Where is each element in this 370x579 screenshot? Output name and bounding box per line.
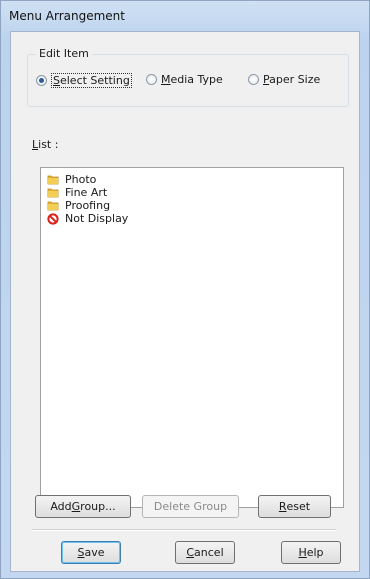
radio-media-type-label: Media Type bbox=[161, 73, 223, 86]
button-separator bbox=[32, 529, 336, 531]
radio-media-type[interactable]: Media Type bbox=[146, 73, 223, 86]
list-item-fine-art[interactable]: Fine Art bbox=[47, 186, 107, 199]
edit-item-group: Edit Item Select Setting Media Type Pape… bbox=[27, 47, 349, 107]
radio-paper-size-indicator bbox=[248, 74, 259, 85]
radio-media-type-indicator bbox=[146, 74, 157, 85]
list-item-label: Fine Art bbox=[65, 186, 108, 199]
radio-paper-size-label: Paper Size bbox=[263, 73, 321, 86]
folder-icon bbox=[47, 175, 59, 185]
list-item-label: Proofing bbox=[65, 199, 111, 212]
radio-select-setting-label: Select Setting bbox=[51, 73, 132, 88]
window-title: Menu Arrangement bbox=[9, 9, 125, 23]
title-bar[interactable]: Menu Arrangement bbox=[1, 1, 369, 31]
folder-icon bbox=[47, 201, 59, 211]
menu-arrangement-window: Menu Arrangement Edit Item Select Settin… bbox=[0, 0, 370, 579]
list-item-label: Not Display bbox=[65, 212, 129, 225]
no-entry-icon bbox=[47, 212, 59, 225]
menu-listbox[interactable]: Photo Fine Art Proofing Not Display bbox=[40, 167, 344, 508]
radio-select-setting-indicator bbox=[36, 75, 47, 86]
help-button[interactable]: Help bbox=[281, 541, 341, 564]
list-item-not-display[interactable]: Not Display bbox=[47, 212, 128, 225]
list-item-label: Photo bbox=[65, 173, 97, 186]
dialog-client-area: Edit Item Select Setting Media Type Pape… bbox=[10, 31, 360, 572]
cancel-button[interactable]: Cancel bbox=[175, 541, 235, 564]
list-item-proofing[interactable]: Proofing bbox=[47, 199, 110, 212]
folder-icon bbox=[47, 188, 59, 198]
radio-paper-size[interactable]: Paper Size bbox=[248, 73, 320, 86]
edit-item-label: Edit Item bbox=[36, 47, 92, 60]
list-label: List : bbox=[32, 138, 59, 151]
radio-select-setting[interactable]: Select Setting bbox=[36, 73, 132, 88]
add-group-button[interactable]: Add Group... bbox=[35, 495, 131, 518]
list-item-photo[interactable]: Photo bbox=[47, 173, 96, 186]
delete-group-button[interactable]: Delete Group bbox=[142, 495, 239, 518]
reset-button[interactable]: Reset bbox=[258, 495, 331, 518]
save-button[interactable]: Save bbox=[61, 541, 121, 564]
